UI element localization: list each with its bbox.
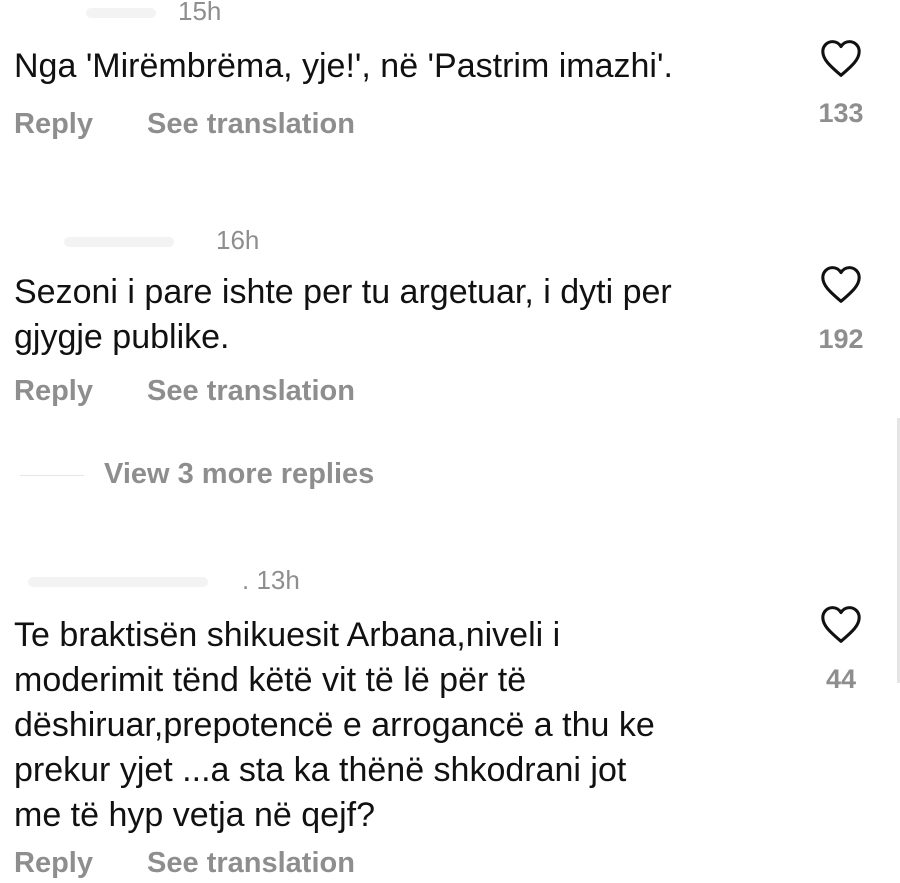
comment-actions: Reply See translation <box>14 108 355 141</box>
like-count: 133 <box>818 98 864 128</box>
view-more-replies-button[interactable]: View 3 more replies <box>20 458 374 491</box>
comment-actions: Reply See translation <box>14 847 355 880</box>
comment-meta: . 13h <box>28 565 300 596</box>
comment-1: 15h Nga 'Mirëmbrëma, yje!', në 'Pastrim … <box>14 0 814 150</box>
view-more-replies-label: View 3 more replies <box>104 458 375 490</box>
comment-time: . 13h <box>242 565 300 595</box>
like-count: 192 <box>818 324 864 354</box>
username-redacted <box>86 8 156 19</box>
heart-outline-icon <box>821 266 861 303</box>
heart-outline-icon <box>821 40 861 77</box>
like-button[interactable]: 44 <box>811 604 871 695</box>
comment-2: 16h Sezoni i pare ishte per tu argetuar,… <box>14 225 814 425</box>
comment-meta: 16h <box>64 225 259 256</box>
like-button[interactable]: 192 <box>811 264 871 355</box>
reply-button[interactable]: Reply <box>14 108 93 141</box>
see-translation-button[interactable]: See translation <box>147 375 355 408</box>
thread-line <box>20 474 84 476</box>
like-button[interactable]: 133 <box>811 38 871 129</box>
comment-text: Te braktisën shikuesit Arbana,niveli i m… <box>14 616 655 834</box>
heart-outline-icon <box>821 606 861 643</box>
username-redacted <box>64 237 174 248</box>
comment-text: Sezoni i pare ishte per tu argetuar, i d… <box>14 273 672 356</box>
reply-button[interactable]: Reply <box>14 847 93 880</box>
comment-time: 15h <box>178 0 222 26</box>
comment-actions: Reply See translation <box>14 375 355 408</box>
reply-button[interactable]: Reply <box>14 375 93 408</box>
comment-3: . 13h Te braktisën shikuesit Arbana,nive… <box>14 565 814 883</box>
like-count: 44 <box>825 664 857 694</box>
see-translation-button[interactable]: See translation <box>147 108 355 141</box>
see-translation-button[interactable]: See translation <box>147 847 355 880</box>
username-redacted <box>28 577 208 588</box>
comment-text: Nga 'Mirëmbrëma, yje!', në 'Pastrim imaz… <box>14 47 673 85</box>
comment-time: 16h <box>216 225 260 255</box>
comment-meta: 15h <box>86 0 221 27</box>
